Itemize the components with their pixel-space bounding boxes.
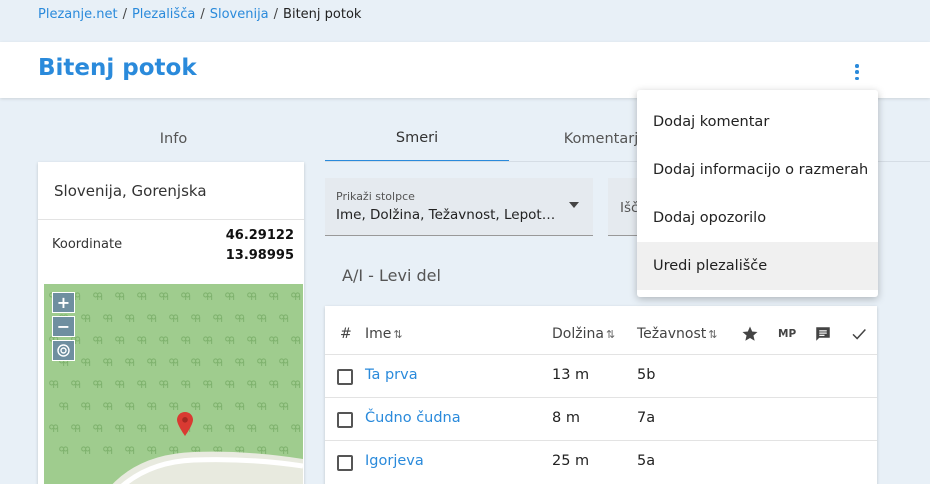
table-row: Čudno čudna 8 m 7a: [325, 397, 877, 440]
breadcrumb-link-home[interactable]: Plezanje.net: [38, 7, 118, 22]
column-header-length[interactable]: Dolžina ⇅: [552, 326, 615, 342]
breadcrumb-current: Bitenj potok: [283, 7, 362, 22]
route-grade: 5a: [637, 453, 656, 469]
column-header-grade[interactable]: Težavnost ⇅: [637, 326, 717, 342]
route-length: 8 m: [552, 410, 580, 426]
coordinates-label: Koordinate: [52, 237, 123, 252]
zoom-in-button[interactable]: +: [52, 292, 75, 313]
sort-icon: ⇅: [708, 327, 718, 341]
crag-actions-menu: Dodaj komentar Dodaj informacijo o razme…: [637, 90, 878, 297]
sort-icon: ⇅: [605, 327, 616, 341]
map-zoom-controls: + −: [52, 292, 76, 361]
more-vert-icon[interactable]: [850, 62, 864, 82]
columns-select-label: Prikaži stolpce: [336, 190, 415, 203]
breadcrumb-link-crags[interactable]: Plezališča: [132, 7, 195, 22]
route-search-placeholder: Išč: [620, 200, 639, 216]
crag-region: Slovenija, Gorenjska: [54, 182, 207, 200]
sector-title: A/I - Levi del: [342, 266, 441, 285]
comment-icon[interactable]: [814, 325, 832, 343]
star-icon[interactable]: [741, 325, 759, 343]
checkmark-icon[interactable]: [850, 325, 868, 343]
table-row: Igorjeva 25 m 5a: [325, 440, 877, 483]
route-length: 25 m: [552, 453, 590, 469]
routes-table: # Ime ⇅ Dolžina ⇅ Težavnost ⇅ MP Ta prva 13…: [325, 306, 877, 484]
breadcrumb-separator: /: [122, 7, 127, 22]
locate-button[interactable]: [52, 340, 75, 361]
breadcrumb: Plezanje.net / Plezališča / Slovenija / Bitenj…: [0, 0, 930, 42]
menu-item-add-conditions[interactable]: Dodaj informacijo o razmerah: [637, 146, 878, 194]
columns-select-value: Ime, Dolžina, Težavnost, Lepota …: [336, 207, 561, 223]
card-divider: [38, 219, 304, 220]
route-name-link[interactable]: Čudno čudna: [365, 410, 461, 426]
zoom-out-button[interactable]: −: [52, 316, 75, 337]
route-name-link[interactable]: Ta prva: [365, 367, 418, 383]
map-marker-icon[interactable]: [177, 412, 193, 436]
route-grade: 7a: [637, 410, 656, 426]
sort-icon: ⇅: [393, 327, 403, 341]
map-terrain: [44, 284, 303, 484]
menu-item-add-warning[interactable]: Dodaj opozorilo: [637, 194, 878, 242]
route-checkbox[interactable]: [337, 412, 353, 428]
crag-info-card: Slovenija, Gorenjska Koordinate 46.29122…: [38, 162, 304, 484]
column-header-mp[interactable]: MP: [778, 328, 796, 340]
columns-select[interactable]: Prikaži stolpce Ime, Dolžina, Težavnost,…: [325, 178, 593, 236]
route-checkbox[interactable]: [337, 455, 353, 471]
coordinates-latitude: 46.29122: [225, 228, 294, 243]
table-row: Ta prva 13 m 5b: [325, 354, 877, 397]
dropdown-arrow-icon: [569, 202, 579, 208]
route-length: 13 m: [552, 367, 590, 383]
route-checkbox[interactable]: [337, 369, 353, 385]
tab-smeri[interactable]: Smeri: [325, 116, 509, 162]
breadcrumb-separator: /: [273, 7, 279, 22]
menu-item-edit-crag[interactable]: Uredi plezališče: [637, 242, 878, 290]
column-header-name[interactable]: Ime ⇅: [365, 326, 403, 342]
menu-item-add-comment[interactable]: Dodaj komentar: [637, 98, 878, 146]
route-name-link[interactable]: Igorjeva: [365, 453, 424, 469]
breadcrumb-separator: /: [200, 7, 205, 22]
map[interactable]: + −: [44, 284, 303, 484]
page-title: Bitenj potok: [38, 55, 197, 81]
route-grade: 5b: [637, 367, 656, 383]
target-icon: [57, 344, 70, 357]
coordinates-longitude: 13.98995: [225, 248, 294, 263]
tab-info[interactable]: Info: [38, 116, 309, 162]
breadcrumb-link-country[interactable]: Slovenija: [210, 7, 269, 22]
column-header-length-label: Dolžina: [552, 326, 604, 342]
column-header-name-label: Ime: [365, 326, 392, 342]
column-header-grade-label: Težavnost: [637, 326, 707, 342]
column-header-number: #: [340, 326, 352, 342]
